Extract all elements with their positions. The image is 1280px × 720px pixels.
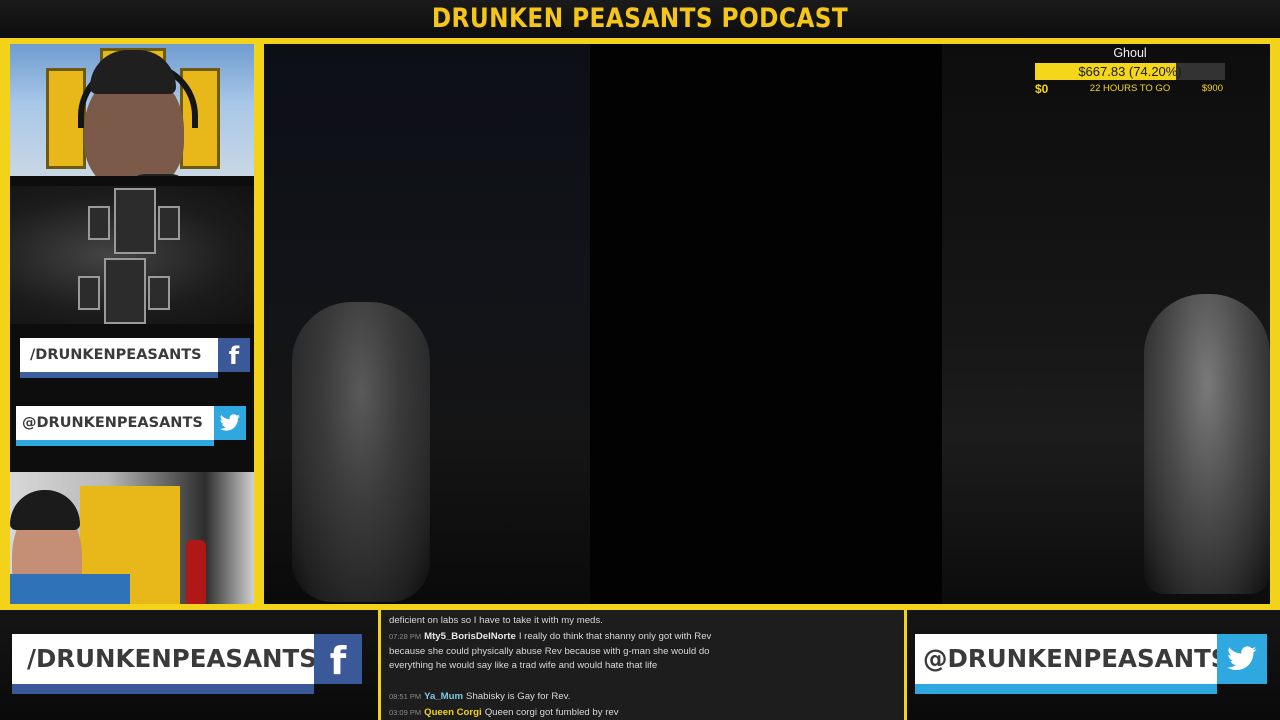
show-title: DRUNKEN PEASANTS PODCAST (431, 3, 849, 34)
webcam-bottom (10, 472, 254, 604)
chat-panel: deficient on labs so I have to take it w… (378, 610, 907, 720)
goal-name: Ghoul (1113, 46, 1147, 60)
ghost-figure-left (292, 302, 430, 602)
ghost-figure-right (1144, 294, 1270, 594)
facebook-handle-large: /DRUNKENPEASANTS (27, 644, 317, 673)
chat-time: 03:09 PM (389, 708, 422, 717)
facebook-banner-small[interactable]: /DRUNKENPEASANTS (20, 338, 218, 378)
facebook-icon: f (218, 338, 250, 372)
facebook-banner-large[interactable]: /DRUNKENPEASANTS (12, 634, 317, 694)
twitter-icon (1217, 634, 1267, 684)
facebook-handle: /DRUNKENPEASANTS (30, 347, 202, 363)
chat-message: 08:51 PM Ya_Mum Shabisky is Gay for Rev. (389, 690, 739, 705)
goal-amount: $667.83 (74.20%) (1078, 64, 1182, 79)
webcam-top (10, 44, 254, 176)
goal-time-left: 22 HOURS TO GO (1089, 83, 1171, 94)
logo-panel (10, 186, 254, 324)
dp-logo-icon (76, 258, 172, 324)
chat-user[interactable]: Mty5_BorisDelNorte (424, 631, 516, 642)
beanie (10, 490, 80, 530)
chat-message: deficient on labs so I have to take it w… (389, 614, 739, 629)
chat-text: Shabisky is Gay for Rev. (466, 691, 571, 702)
facebook-icon: f (314, 634, 362, 684)
chat-text: Queen corgi got fumbled by rev (484, 707, 619, 718)
twitter-handle-large: @DRUNKENPEASANTS (923, 644, 1229, 673)
chat-message: 03:09 PM Queen Corgi Queen corgi got fumbl… (389, 706, 739, 720)
twitter-icon (214, 406, 246, 440)
game-screen (264, 44, 1270, 604)
chat-message: 07:28 PM Mty5_BorisDelNorte I really do th… (389, 630, 739, 674)
dp-logo-icon (86, 188, 182, 254)
shirt (10, 574, 130, 604)
chat-time: 07:28 PM (389, 632, 422, 641)
goal-target: $900 (1201, 83, 1223, 94)
chat-text: deficient on labs so I have to take it w… (389, 615, 603, 626)
twitter-banner-large[interactable]: @DRUNKENPEASANTS (915, 634, 1228, 694)
bottle (186, 540, 206, 604)
goal-progress-bar: $667.83 (74.20%) (1035, 63, 1225, 80)
chat-time: 08:51 PM (389, 692, 422, 701)
chat-user[interactable]: Queen Corgi (424, 707, 482, 718)
donation-goal: Ghoul $667.83 (74.20%) $0 22 HOURS TO GO… (1035, 46, 1225, 98)
twitter-handle: @DRUNKENPEASANTS (22, 415, 203, 431)
twitter-banner-small[interactable]: @DRUNKENPEASANTS (16, 406, 214, 446)
chat-user[interactable]: Ya_Mum (424, 691, 463, 702)
